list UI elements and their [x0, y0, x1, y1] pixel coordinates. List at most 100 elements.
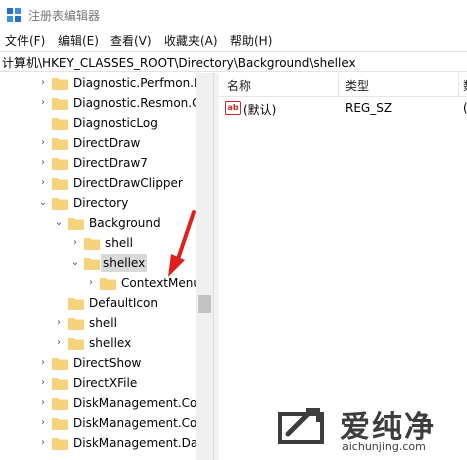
chevron-right-icon[interactable]: › [53, 337, 65, 349]
window-title: 注册表编辑器 [28, 9, 101, 23]
tree-item[interactable]: › DirectDraw7 [0, 153, 200, 173]
chevron-right-icon[interactable]: › [37, 177, 49, 189]
folder-icon [84, 238, 100, 250]
tree-item-label: shell [105, 236, 133, 250]
folder-icon [52, 138, 68, 150]
tree-item[interactable]: DefaultIcon [0, 293, 200, 313]
folder-icon [52, 158, 68, 170]
folder-icon [52, 378, 68, 390]
tree-item-label: DirectDraw7 [73, 156, 148, 170]
chevron-down-icon[interactable]: ⌄ [37, 197, 49, 209]
menu-file[interactable]: 文件(F) [5, 32, 45, 49]
tree-item[interactable]: › ContextMenu [0, 273, 201, 293]
folder-icon [68, 318, 84, 330]
open-folder-icon [84, 258, 100, 270]
folder-icon [52, 118, 68, 130]
tree-item-label: DiskManagement.Cor [73, 396, 203, 410]
tree-item-label: Directory [73, 196, 129, 210]
menu-bar: 文件(F) 编辑(E) 查看(V) 收藏夹(A) 帮助(H) [0, 30, 467, 50]
chevron-right-icon[interactable]: › [37, 437, 49, 449]
tree-item-label: Diagnostic.Resmon.C [73, 96, 201, 110]
tree-item-label: shell [89, 316, 117, 330]
folder-icon [52, 98, 68, 110]
tree-item[interactable]: DiagnosticLog [0, 113, 200, 133]
folder-icon [52, 78, 68, 90]
tree-item-label: DefaultIcon [89, 296, 158, 310]
tree-item[interactable]: › DirectXFile [0, 373, 200, 393]
tree-item[interactable]: › Diagnostic.Perfmon.D [0, 73, 203, 93]
folder-icon [52, 358, 68, 370]
chevron-right-icon[interactable]: › [37, 97, 49, 109]
tree-item-label: DiagnosticLog [73, 116, 158, 130]
chevron-down-icon[interactable]: ⌄ [53, 217, 65, 229]
value-name: (默认) [243, 103, 277, 117]
folder-icon [52, 178, 68, 190]
chevron-right-icon[interactable]: › [37, 137, 49, 149]
registry-tree: › Diagnostic.Perfmon.D › Diagnostic.Resm… [0, 73, 213, 460]
scrollbar-thumb[interactable] [198, 295, 211, 313]
address-bar[interactable]: 计算机\HKEY_CLASSES_ROOT\Directory\Backgrou… [0, 51, 467, 72]
chevron-right-icon[interactable]: › [53, 317, 65, 329]
tree-item[interactable]: ⌄ Background [0, 213, 200, 233]
chevron-right-icon[interactable]: › [37, 157, 49, 169]
tree-item[interactable]: › DiskManagement.Cor [0, 413, 202, 433]
tree-item[interactable]: › shell [0, 233, 200, 253]
column-name-header[interactable]: 名称 [227, 77, 251, 94]
menu-view[interactable]: 查看(V) [110, 32, 152, 49]
registry-editor-icon [7, 8, 21, 22]
folder-icon [52, 418, 68, 430]
chevron-right-icon[interactable]: › [37, 77, 49, 89]
chevron-right-icon[interactable]: › [37, 397, 49, 409]
menu-help[interactable]: 帮助(H) [230, 32, 272, 49]
column-data-header[interactable]: 数 [463, 77, 467, 94]
folder-icon [52, 198, 68, 210]
column-divider[interactable] [458, 73, 459, 97]
column-divider[interactable] [338, 73, 339, 97]
tree-item-label: DiskManagement.Cor [73, 416, 203, 430]
menu-edit[interactable]: 编辑(E) [58, 32, 99, 49]
tree-item[interactable]: ⌄ Directory [0, 193, 200, 213]
tree-item[interactable]: › DiskManagement.Cor [0, 393, 202, 413]
folder-icon [68, 218, 84, 230]
title-bar: 注册表编辑器 [0, 0, 467, 30]
tree-item-label: DiskManagement.Dat [73, 436, 203, 450]
tree-item-label: shellex [101, 254, 148, 272]
watermark-logo-icon [278, 408, 324, 444]
tree-item[interactable]: › shellex [0, 333, 200, 353]
column-type-header[interactable]: 类型 [345, 77, 369, 94]
tree-item[interactable]: › DiskManagement.Dat [0, 433, 203, 453]
folder-icon [68, 298, 84, 310]
chevron-right-icon[interactable]: › [37, 417, 49, 429]
tree-item-label: DirectShow [73, 356, 142, 370]
folder-icon [52, 398, 68, 410]
tree-item[interactable]: › shell [0, 313, 200, 333]
address-path[interactable]: 计算机\HKEY_CLASSES_ROOT\Directory\Backgrou… [2, 54, 356, 71]
tree-item-label: ContextMenu [121, 276, 201, 290]
tree-item[interactable]: › DirectDrawClipper [0, 173, 200, 193]
tree-item-label: DirectDrawClipper [73, 176, 183, 190]
chevron-right-icon[interactable]: › [69, 237, 81, 249]
folder-icon [52, 438, 68, 450]
tree-item-label: DirectDraw [73, 136, 141, 150]
tree-item-label: Background [89, 216, 161, 230]
folder-icon [68, 338, 84, 350]
chevron-down-icon[interactable]: ⌄ [69, 257, 81, 269]
value-row[interactable]: ab (默认) REG_SZ ( [219, 99, 467, 119]
folder-icon [100, 278, 116, 290]
chevron-right-icon[interactable]: › [85, 277, 97, 289]
value-data: ( [463, 101, 467, 115]
tree-scrollbar[interactable] [196, 73, 213, 460]
watermark-url: aichunjing.com [342, 440, 426, 453]
tree-item-label: DirectXFile [73, 376, 138, 390]
chevron-right-icon[interactable]: › [37, 377, 49, 389]
site-watermark: 爱纯净 aichunjing.com [270, 398, 467, 460]
tree-item[interactable]: › DirectShow [0, 353, 200, 373]
string-value-icon: ab [225, 101, 241, 115]
value-type: REG_SZ [345, 101, 393, 115]
tree-item[interactable]: › Diagnostic.Resmon.C [0, 93, 200, 113]
list-header: 名称 类型 数 [219, 73, 467, 97]
tree-item-selected[interactable]: ⌄ shellex [0, 253, 200, 273]
chevron-right-icon[interactable]: › [37, 357, 49, 369]
menu-favorites[interactable]: 收藏夹(A) [164, 32, 218, 49]
tree-item[interactable]: › DirectDraw [0, 133, 200, 153]
